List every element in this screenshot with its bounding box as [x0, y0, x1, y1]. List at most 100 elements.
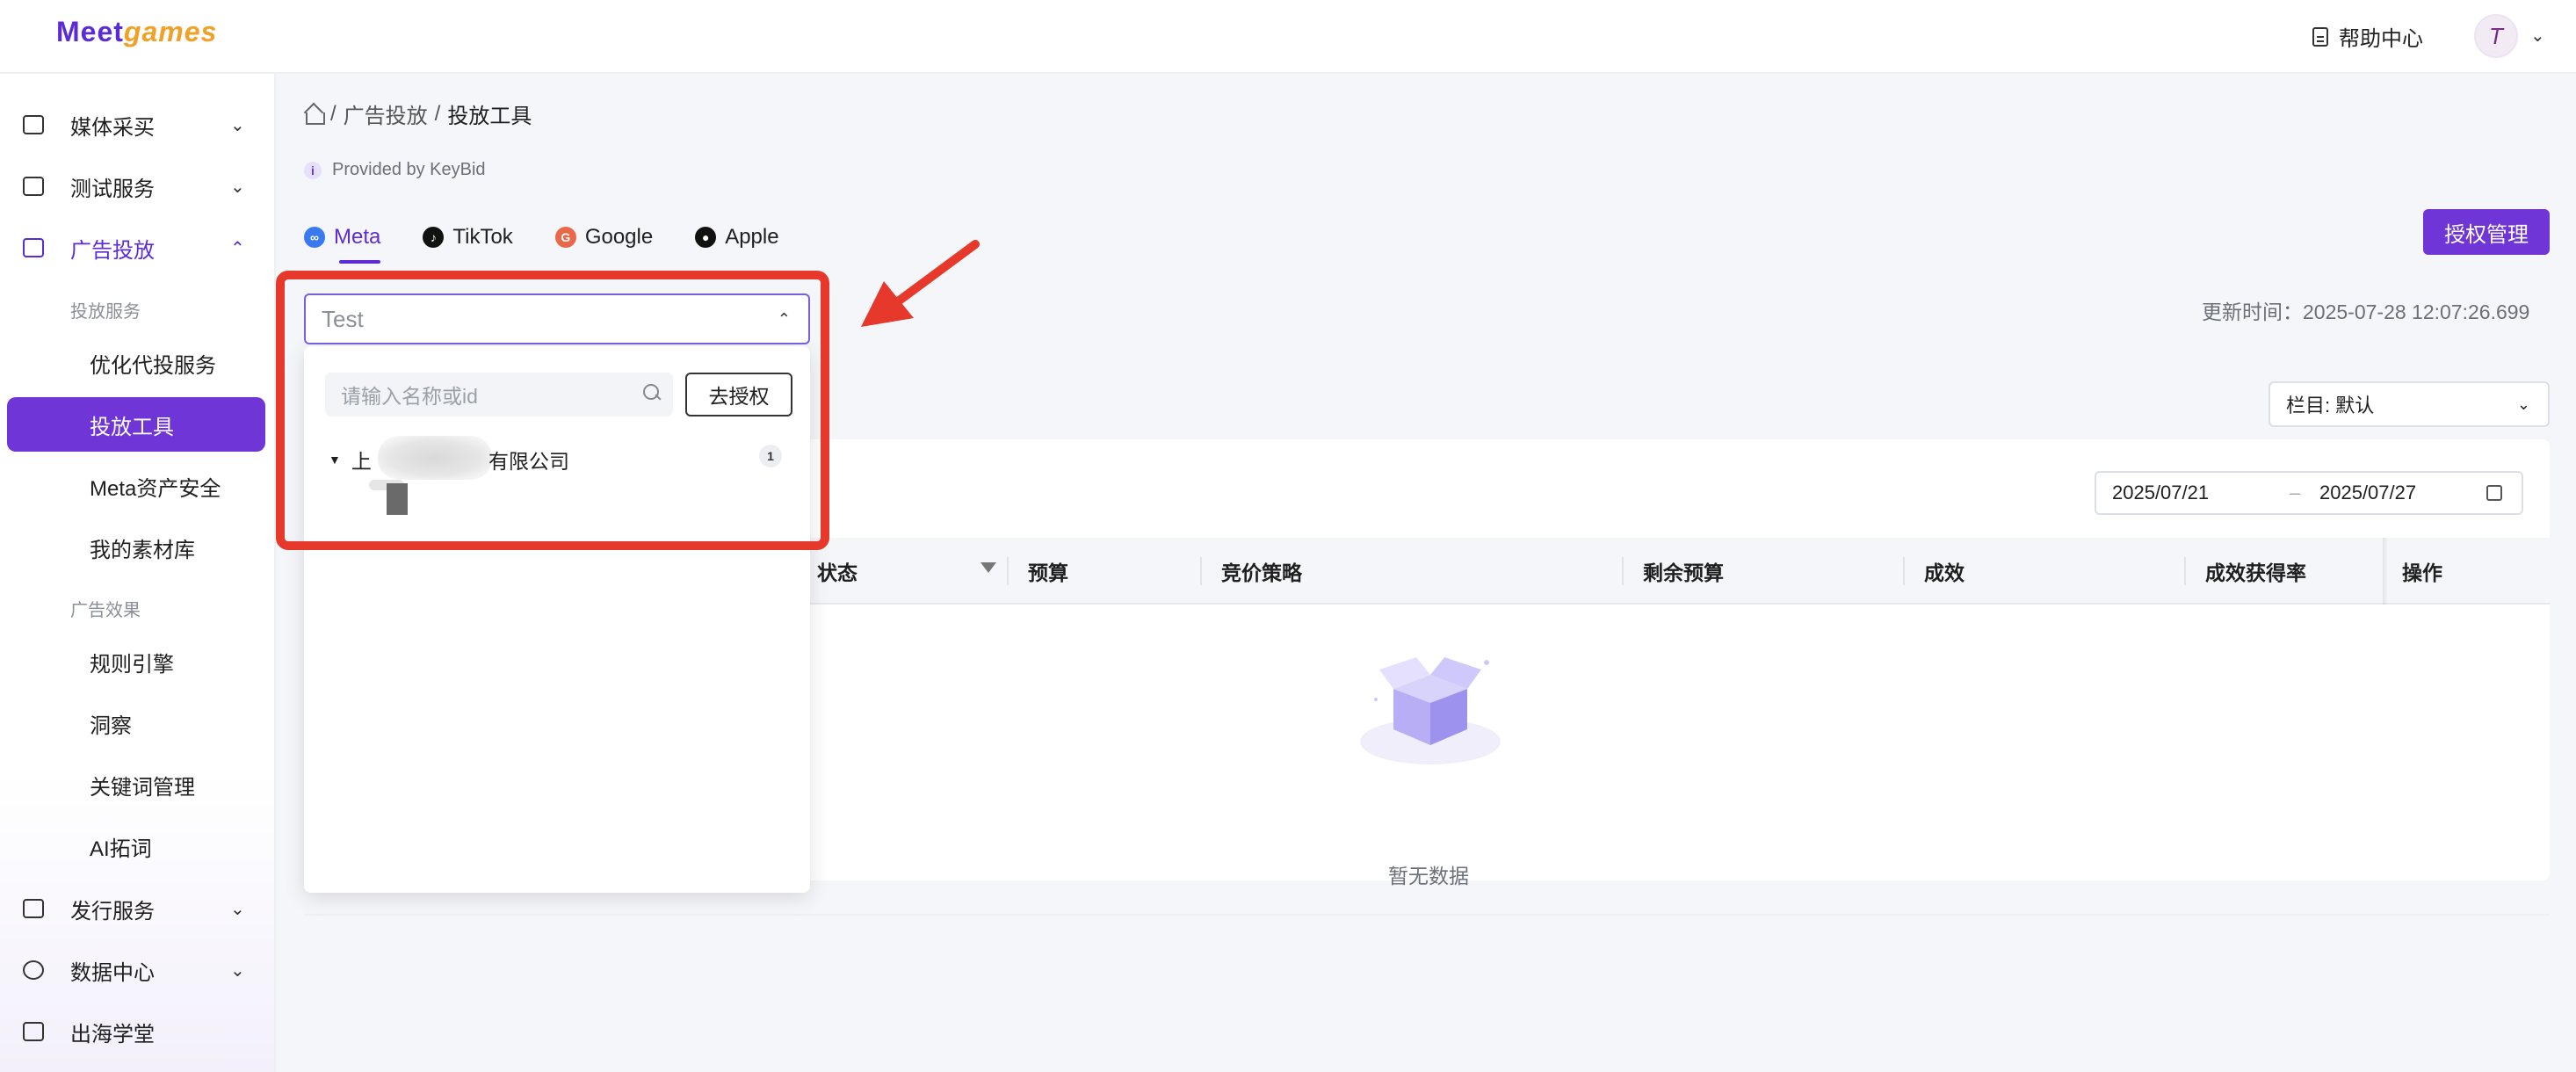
home-icon[interactable] — [304, 105, 325, 125]
date-start[interactable]: 2025/07/21 — [2112, 482, 2209, 504]
sidebar-item-insight[interactable]: 洞察 — [7, 696, 265, 750]
column-header-actions: 操作 — [2402, 561, 2442, 584]
document-icon — [2312, 26, 2328, 47]
chevron-down-icon: ⌄ — [2516, 395, 2530, 413]
chevron-down-icon: ⌄ — [230, 115, 245, 135]
chevron-down-icon[interactable]: ⌄ — [2530, 25, 2545, 47]
test-icon — [23, 177, 44, 196]
sidebar-item-label: 优化代投服务 — [90, 353, 216, 378]
tab-label: TikTok — [452, 225, 513, 249]
calendar-icon — [2486, 485, 2502, 501]
sidebar-item-label: Meta资产安全 — [90, 476, 221, 501]
column-header-budget: 预算 — [1028, 561, 1068, 584]
column-header-result-rate: 成效获得率 — [2205, 561, 2306, 584]
chevron-up-icon: ⌃ — [230, 238, 245, 258]
meta-icon: ∞ — [304, 227, 325, 248]
sidebar-group-publish[interactable]: 发行服务 ⌄ — [0, 882, 276, 935]
media-icon — [23, 115, 44, 134]
column-divider — [2184, 557, 2186, 585]
date-end[interactable]: 2025/07/27 — [2319, 482, 2416, 504]
column-divider — [1622, 557, 1624, 585]
info-icon: i — [304, 161, 322, 179]
column-select[interactable]: 栏目: 默认 ⌄ — [2268, 381, 2550, 427]
avatar[interactable]: T — [2474, 14, 2518, 58]
empty-state-text: 暂无数据 — [1388, 865, 1469, 887]
empty-box-icon — [1360, 657, 1501, 764]
sidebar-item-label: 洞察 — [90, 713, 132, 738]
sidebar-group-label: 发行服务 — [70, 899, 155, 924]
tab-label: Meta — [334, 225, 381, 249]
data-icon — [23, 960, 44, 980]
apple-icon: ● — [695, 227, 717, 248]
help-center-link[interactable]: 帮助中心 — [2312, 21, 2423, 52]
tab-tiktok[interactable]: ♪ TikTok — [423, 216, 513, 258]
date-range-picker[interactable]: 2025/07/21 – 2025/07/27 — [2095, 471, 2523, 515]
sidebar-item-keywords[interactable]: 关键词管理 — [7, 757, 265, 812]
date-separator: – — [2290, 482, 2301, 503]
column-divider — [1903, 557, 1905, 585]
logo-meet-text: Meet — [56, 16, 124, 47]
provided-by: i Provided by KeyBid — [304, 160, 486, 180]
tab-apple[interactable]: ● Apple — [695, 216, 779, 258]
breadcrumb-separator: / — [330, 101, 336, 126]
breadcrumb-current: 投放工具 — [447, 105, 532, 128]
annotation-arrow-icon — [861, 240, 980, 327]
ad-icon — [23, 238, 44, 257]
sidebar-group-data[interactable]: 数据中心 ⌄ — [0, 944, 276, 996]
logo[interactable]: Meetgames — [56, 16, 217, 48]
breadcrumb: / 广告投放 / 投放工具 — [304, 98, 532, 129]
sidebar-item-meta-security[interactable]: Meta资产安全 — [7, 459, 265, 513]
sidebar-item-label: 关键词管理 — [90, 775, 195, 800]
tab-meta[interactable]: ∞ Meta — [304, 216, 381, 264]
sidebar-group-label: 数据中心 — [70, 960, 155, 985]
chevron-down-icon: ⌄ — [230, 960, 245, 981]
publish-icon — [23, 899, 44, 918]
sidebar-item-ad-tool[interactable]: 投放工具 — [7, 397, 265, 452]
sidebar-group-media[interactable]: 媒体采买 ⌄ — [0, 98, 276, 151]
fixed-column-shadow — [2383, 538, 2388, 605]
breadcrumb-item[interactable]: 广告投放 — [344, 98, 428, 129]
top-bar: Meetgames 帮助中心 T ⌄ — [0, 0, 2576, 74]
sidebar-item-optimize[interactable]: 优化代投服务 — [7, 336, 265, 390]
sidebar-item-label: 投放工具 — [90, 415, 174, 439]
chevron-down-icon: ⌄ — [230, 899, 245, 919]
sidebar-item-assets[interactable]: 我的素材库 — [7, 520, 265, 575]
sidebar-group-test[interactable]: 测试服务 ⌄ — [0, 160, 276, 213]
provided-by-text: Provided by KeyBid — [332, 160, 486, 179]
sidebar-item-label: 规则引擎 — [90, 652, 174, 677]
tab-label: Google — [584, 225, 654, 249]
column-select-value: 栏目: 默认 — [2286, 395, 2375, 416]
column-header-remaining-budget: 剩余预算 — [1643, 561, 1724, 584]
sidebar-item-rules[interactable]: 规则引擎 — [7, 634, 265, 689]
platform-tabs: ∞ Meta ♪ TikTok G Google ● Apple — [304, 216, 779, 264]
column-header-bid-strategy: 竞价策略 — [1221, 561, 1302, 584]
breadcrumb-separator: / — [434, 101, 441, 126]
chevron-down-icon: ⌄ — [230, 177, 245, 197]
tab-label: Apple — [725, 225, 779, 249]
sidebar-section-title: 投放服务 — [70, 302, 141, 322]
sidebar-group-academy[interactable]: 出海学堂 — [0, 1005, 276, 1058]
column-header-results: 成效 — [1924, 561, 1965, 584]
filter-icon[interactable] — [980, 562, 996, 573]
logo-games-text: games — [123, 16, 218, 47]
sidebar-group-label: 媒体采买 — [70, 115, 155, 140]
sidebar-group-label: 测试服务 — [70, 177, 155, 201]
help-center-label: 帮助中心 — [2339, 27, 2423, 51]
google-icon: G — [554, 227, 576, 248]
sidebar-group-label: 广告投放 — [70, 238, 155, 263]
tab-google[interactable]: G Google — [554, 216, 654, 258]
sidebar-item-ai-keywords[interactable]: AI拓词 — [7, 819, 265, 873]
avatar-initial: T — [2489, 22, 2503, 49]
sidebar-section-title: 广告效果 — [70, 601, 141, 620]
sidebar: 媒体采买 ⌄ 测试服务 ⌄ 广告投放 ⌃ 投放服务 优化代投服务 投放工具 Me… — [0, 74, 276, 1072]
auth-management-button[interactable]: 授权管理 — [2423, 209, 2550, 255]
sidebar-group-ads[interactable]: 广告投放 ⌃ — [0, 221, 276, 274]
academy-icon — [23, 1022, 44, 1041]
sidebar-item-label: 我的素材库 — [90, 538, 195, 562]
update-time: 更新时间：2025-07-28 12:07:26.699 — [2202, 301, 2530, 323]
table-divider — [304, 914, 2550, 916]
sidebar-group-label: 出海学堂 — [70, 1022, 155, 1047]
tiktok-icon: ♪ — [423, 227, 445, 248]
annotation-highlight-frame — [276, 271, 829, 550]
column-divider — [1200, 557, 1202, 585]
